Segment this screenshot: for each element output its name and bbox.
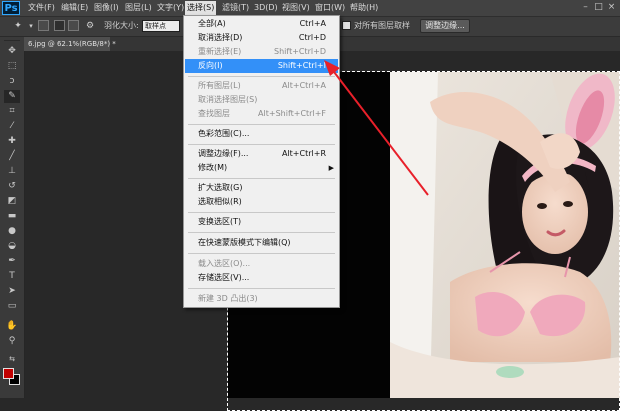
menu-layer[interactable]: 图层(L) <box>123 1 154 15</box>
menu-window[interactable]: 窗口(W) <box>313 1 347 15</box>
menu-separator <box>188 178 335 179</box>
type-icon[interactable]: T <box>4 270 20 283</box>
menu-item-similar[interactable]: 选取相似(R) <box>185 195 338 209</box>
subtract-selection-icon[interactable] <box>68 20 79 31</box>
tool-preset-icon[interactable]: ✦ <box>12 20 24 32</box>
rectangle-icon[interactable]: ▭ <box>4 300 20 313</box>
eyedropper-icon[interactable]: ⁄ <box>4 120 20 133</box>
menu-filter[interactable]: 滤镜(T) <box>220 1 251 15</box>
pen-icon[interactable]: ✒ <box>4 255 20 268</box>
sample-size-label: 羽化大小: <box>104 21 139 30</box>
add-selection-icon[interactable] <box>54 20 65 31</box>
menu-image[interactable]: 图像(I) <box>92 1 121 15</box>
healing-icon[interactable]: ✚ <box>4 135 20 148</box>
menu-item-inverse[interactable]: 反向(I) Shift+Ctrl+I <box>185 59 338 73</box>
menu-edit[interactable]: 编辑(E) <box>59 1 90 15</box>
menu-help[interactable]: 帮助(H) <box>348 1 380 15</box>
zoom-icon[interactable]: ⚲ <box>4 335 20 348</box>
quick-select-icon[interactable]: ✎ <box>4 90 20 103</box>
menu-item-deselect[interactable]: 取消选择(D) Ctrl+D <box>185 31 338 45</box>
gear-icon[interactable]: ⚙ <box>84 20 96 32</box>
chevron-down-icon[interactable]: ▾ <box>25 20 37 32</box>
close-icon[interactable]: × <box>606 2 617 13</box>
menu-item-quick-mask[interactable]: 在快速蒙版模式下编辑(Q) <box>185 236 338 250</box>
gradient-icon[interactable]: ▬ <box>4 210 20 223</box>
menu-file[interactable]: 文件(F) <box>26 1 57 15</box>
clone-stamp-icon[interactable]: ⊥ <box>4 165 20 178</box>
sample-size-select[interactable]: 取样点 <box>142 20 180 32</box>
hand-icon[interactable]: ✋ <box>4 320 20 333</box>
document-tab[interactable]: 6.jpg @ 62.1%(RGB/8*) * <box>24 37 116 51</box>
menu-view[interactable]: 视图(V) <box>280 1 312 15</box>
dodge-icon[interactable]: ◒ <box>4 240 20 253</box>
minimize-icon[interactable]: – <box>580 2 591 13</box>
menu-item-color-range[interactable]: 色彩范围(C)... <box>185 127 338 141</box>
menu-separator <box>188 232 335 233</box>
menu-item-transform-selection[interactable]: 变换选区(T) <box>185 215 338 229</box>
menu-separator <box>188 124 335 125</box>
lasso-icon[interactable]: ↄ <box>4 75 20 88</box>
menu-separator <box>188 253 335 254</box>
marquee-icon[interactable]: ⬚ <box>4 60 20 73</box>
menu-item-reselect: 重新选择(E) Shift+Ctrl+D <box>198 47 326 56</box>
menu-3d[interactable]: 3D(D) <box>252 1 280 15</box>
menu-item-grow[interactable]: 扩大选取(G) <box>185 181 338 195</box>
all-layers-checkbox[interactable] <box>342 21 351 30</box>
maximize-icon[interactable]: □ <box>593 2 604 13</box>
swap-colors-icon[interactable]: ⇆ <box>4 353 20 366</box>
eraser-icon[interactable]: ◩ <box>4 195 20 208</box>
menu-item-deselect-layers: 取消选择图层(S) <box>198 95 258 104</box>
window-controls: – □ × <box>578 0 620 16</box>
tools-panel: ✥ ⬚ ↄ ✎ ⌗ ⁄ ✚ ╱ ⊥ ↺ ◩ ▬ ● ◒ ✒ T ➤ ▭ ✋ ⚲ … <box>0 37 25 398</box>
menu-item-refine-edge[interactable]: 调整边缘(F)... Alt+Ctrl+R <box>185 147 338 161</box>
menu-item-new-3d-extrusion: 新建 3D 凸出(3) <box>198 294 258 303</box>
move-icon[interactable]: ✥ <box>4 45 20 58</box>
menu-separator <box>188 76 335 77</box>
menu-item-load-selection: 载入选区(O)... <box>198 259 251 268</box>
submenu-arrow-icon: ▶ <box>328 164 334 172</box>
menu-select[interactable]: 选择(S) <box>185 1 217 15</box>
new-selection-icon[interactable] <box>38 20 49 31</box>
menu-item-save-selection[interactable]: 存储选区(V)... <box>185 271 338 285</box>
path-select-icon[interactable]: ➤ <box>4 285 20 298</box>
menu-separator <box>188 212 335 213</box>
blur-icon[interactable]: ● <box>4 225 20 238</box>
crop-icon[interactable]: ⌗ <box>4 105 20 118</box>
menu-item-modify[interactable]: 修改(M) ▶ <box>185 161 338 175</box>
select-menu-dropdown: 全部(A) Ctrl+A 取消选择(D) Ctrl+D 重新选择(E) Shift+C… <box>183 15 340 308</box>
menu-separator <box>188 144 335 145</box>
foreground-color-swatch[interactable] <box>3 368 14 379</box>
toolbar-grip <box>4 40 20 41</box>
photoshop-logo: Ps <box>2 1 20 15</box>
menu-item-all-layers: 所有图层(L) Alt+Ctrl+A <box>198 81 326 90</box>
menu-type[interactable]: 文字(Y) <box>155 1 186 15</box>
menu-item-all[interactable]: 全部(A) Ctrl+A <box>185 17 338 31</box>
history-brush-icon[interactable]: ↺ <box>4 180 20 193</box>
refine-edge-button[interactable]: 调整边缘... <box>420 19 470 33</box>
menu-separator <box>188 288 335 289</box>
all-layers-label: 对所有图层取样 <box>354 21 410 30</box>
brush-icon[interactable]: ╱ <box>4 150 20 163</box>
menu-item-find-layers: 查找图层 Alt+Shift+Ctrl+F <box>198 109 326 118</box>
